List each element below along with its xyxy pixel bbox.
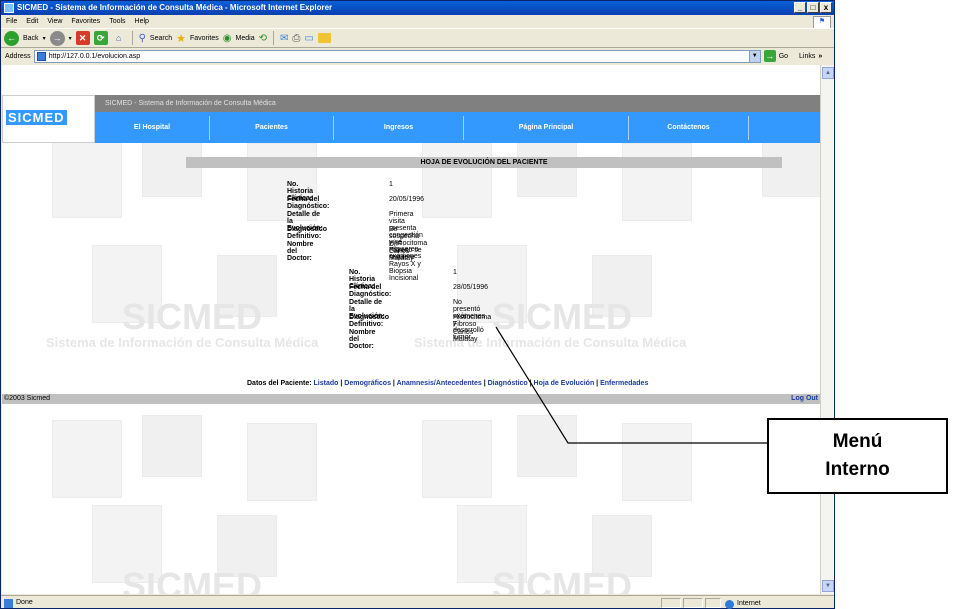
callout-text-line2: Interno (825, 459, 890, 480)
callout-box: Menú Interno (767, 418, 948, 494)
callout-text-line1: Menú (832, 431, 883, 452)
callout-leader-line (495, 326, 767, 444)
callout-line (495, 326, 767, 444)
